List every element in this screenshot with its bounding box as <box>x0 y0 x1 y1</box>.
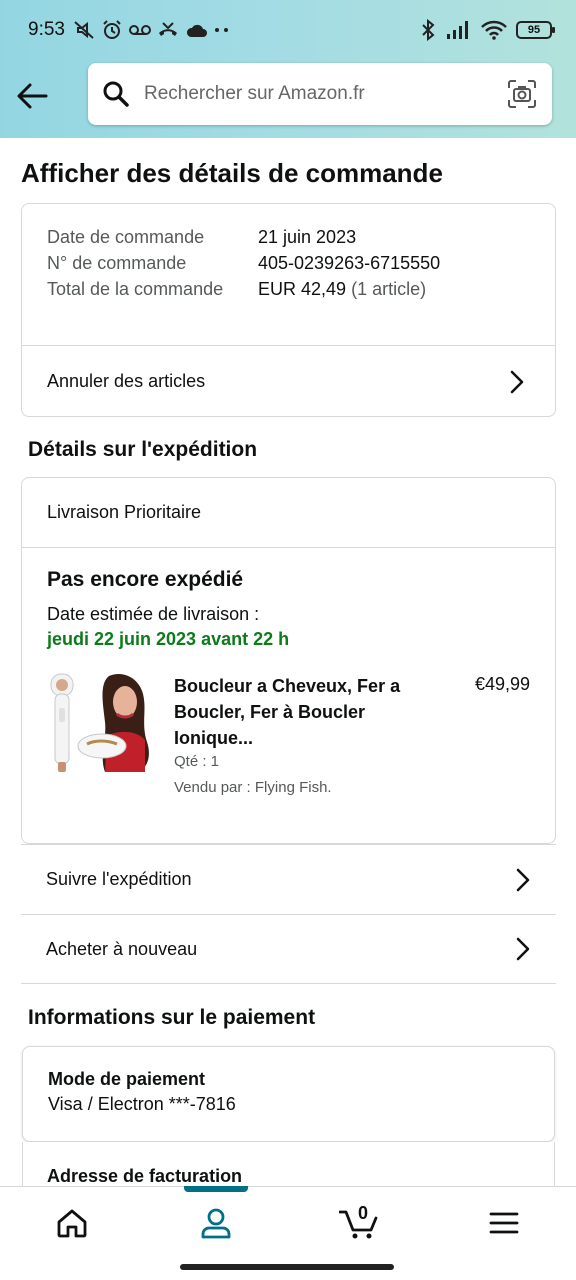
chevron-right-icon <box>510 370 530 394</box>
voicemail-icon <box>128 25 151 35</box>
buy-again-label: Acheter à nouveau <box>46 938 198 959</box>
back-button[interactable] <box>14 78 50 114</box>
order-number-value: 405-0239263-6715550 <box>258 253 441 273</box>
app-header <box>0 60 576 138</box>
delivery-estimate-date: jeudi 22 juin 2023 avant 22 h <box>47 629 290 649</box>
order-total-label: Total de la commande <box>47 279 224 299</box>
order-total-row: Total de la commande EUR 42,49 (1 articl… <box>47 276 530 302</box>
chevron-right-icon <box>516 937 536 961</box>
status-notification-icons <box>73 19 231 41</box>
order-info: Date de commande 21 juin 2023 N° de comm… <box>22 204 555 302</box>
order-total-value: EUR 42,49 (1 article) <box>258 276 426 302</box>
missed-call-icon <box>158 22 177 36</box>
gesture-navigation-bar[interactable] <box>180 1264 394 1270</box>
order-date-label: Date de commande <box>47 227 205 247</box>
billing-address-card: Adresse de facturation <box>22 1142 555 1186</box>
active-tab-indicator <box>184 1186 248 1192</box>
camera-search-icon[interactable] <box>506 78 538 110</box>
cancel-items-link[interactable]: Annuler des articles <box>22 345 555 417</box>
signal-icon <box>447 21 468 39</box>
cloud-icon <box>186 24 207 37</box>
cart-count-badge: 0 <box>358 1203 369 1223</box>
account-icon <box>201 1208 231 1238</box>
status-time: 9:53 <box>28 19 65 40</box>
nav-cart[interactable]: 0 <box>288 1187 432 1258</box>
alarm-icon <box>103 20 121 39</box>
product-title[interactable]: Boucleur a Cheveux, Fer a Boucler, Fer à… <box>174 673 444 751</box>
shipping-method: Livraison Prioritaire <box>22 478 555 548</box>
mute-icon <box>74 21 94 39</box>
battery-icon: 95 <box>516 21 555 39</box>
search-input[interactable] <box>144 83 506 105</box>
order-total-amount: EUR 42,49 <box>258 279 347 299</box>
delivery-estimate-label: Date estimée de livraison : <box>47 604 260 624</box>
shipment-status: Pas encore expédié <box>47 568 244 591</box>
product-quantity: Qté : 1 <box>174 753 220 770</box>
payment-section-title: Informations sur le paiement <box>28 1006 316 1029</box>
order-number-row: N° de commande 405-0239263-6715550 <box>47 250 530 276</box>
bottom-navigation: 0 <box>0 1186 576 1258</box>
order-summary-card: Date de commande 21 juin 2023 N° de comm… <box>21 203 556 417</box>
track-shipment-label: Suivre l'expédition <box>46 869 192 889</box>
buy-again-link[interactable]: Acheter à nouveau <box>21 914 556 984</box>
product-price: €49,99 <box>474 674 530 694</box>
payment-method-value: Visa / Electron ***-7816 <box>48 1094 236 1114</box>
home-icon <box>57 1209 87 1237</box>
product-image[interactable] <box>47 668 153 778</box>
more-notifications-icon <box>214 28 228 32</box>
payment-method-label: Mode de paiement <box>48 1069 206 1089</box>
payment-method-card: Mode de paiement Visa / Electron ***-781… <box>22 1046 555 1142</box>
hamburger-menu-icon <box>489 1212 519 1233</box>
arrow-left-icon <box>17 83 48 109</box>
shipment-card: Livraison Prioritaire Pas encore expédié… <box>21 477 556 844</box>
page-title: Afficher des détails de commande <box>21 158 443 188</box>
shipping-section-title: Détails sur l'expédition <box>28 438 258 461</box>
nav-home[interactable] <box>0 1187 144 1258</box>
order-date-row: Date de commande 21 juin 2023 <box>47 224 530 250</box>
nav-menu[interactable] <box>432 1187 576 1258</box>
order-number-label: N° de commande <box>47 253 187 273</box>
status-bar: 9:53 95 <box>0 0 576 60</box>
status-system-icons: 95 <box>419 19 555 41</box>
order-details-content: Afficher des détails de commande Date de… <box>0 138 576 1186</box>
billing-address-label: Adresse de facturation <box>47 1166 243 1186</box>
nav-account[interactable] <box>144 1186 288 1258</box>
search-icon <box>102 80 130 108</box>
search-bar[interactable] <box>88 63 552 125</box>
track-shipment-link[interactable]: Suivre l'expédition <box>21 844 556 914</box>
bluetooth-icon <box>422 19 435 41</box>
order-item-count: (1 article) <box>351 279 427 299</box>
cancel-items-label: Annuler des articles <box>47 371 206 391</box>
wifi-icon <box>481 20 507 40</box>
chevron-right-icon <box>516 868 536 892</box>
product-seller: Vendu par : Flying Fish. <box>174 779 332 796</box>
order-date-value: 21 juin 2023 <box>258 227 357 247</box>
